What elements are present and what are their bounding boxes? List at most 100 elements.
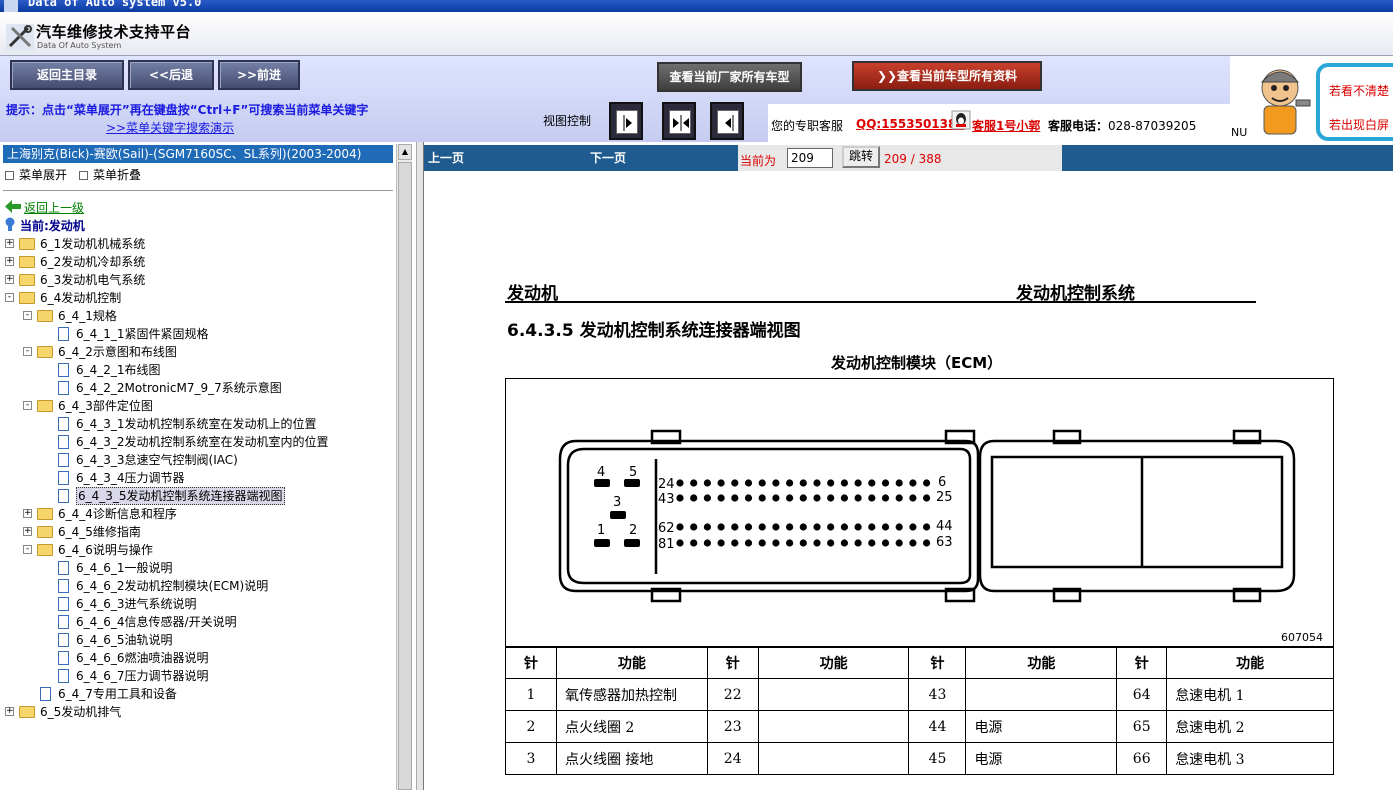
tree-item-label[interactable]: 6_4_3_4压力调节器	[76, 469, 185, 487]
tree-item[interactable]: 6_4_6_7压力调节器说明	[0, 667, 395, 685]
tree-item-label[interactable]: 6_4_6_2发动机控制模块(ECM)说明	[76, 577, 268, 595]
back-button[interactable]: <<后退	[128, 60, 214, 90]
tree-item[interactable]: 6_4_6_6燃油喷油器说明	[0, 649, 395, 667]
tree-item-label[interactable]: 6_4_4诊断信息和程序	[58, 505, 177, 523]
tree-item-label[interactable]: 6_4发动机控制	[40, 289, 121, 307]
menu-collapse-button[interactable]: 菜单折叠	[79, 166, 141, 183]
tree-item-label[interactable]: 6_4_1规格	[58, 307, 117, 325]
tree-item-label[interactable]: 6_4_2_2MotronicM7_9_7系统示意图	[76, 379, 282, 397]
tree-item[interactable]: 6_4_6_5油轨说明	[0, 631, 395, 649]
jump-button[interactable]: 跳转	[842, 146, 880, 168]
tree-item-label[interactable]: 6_4_6_4信息传感器/开关说明	[76, 613, 237, 631]
tree-item-label[interactable]: 6_4_3_5发动机控制系统连接器端视图	[76, 487, 285, 505]
promo-line-1[interactable]: 若看不清楚	[1329, 82, 1389, 99]
tree-item[interactable]: - 6_4_1规格	[0, 307, 395, 325]
tree-item[interactable]: 6_4_6_3进气系统说明	[0, 595, 395, 613]
tree-item-label[interactable]: 6_1发动机机械系统	[40, 235, 145, 253]
search-demo-link[interactable]: >>菜单关键字搜索演示	[106, 119, 234, 136]
tree-item[interactable]: 6_4_2_2MotronicM7_9_7系统示意图	[0, 379, 395, 397]
tree-item[interactable]: 6_4_3_1发动机控制系统室在发动机上的位置	[0, 415, 395, 433]
tree-item-label[interactable]: 6_4_6_6燃油喷油器说明	[76, 649, 209, 667]
forward-button[interactable]: >>前进	[218, 60, 300, 90]
tree-item[interactable]: 6_4_6_1一般说明	[0, 559, 395, 577]
back-arrow-icon[interactable]	[5, 200, 21, 213]
home-button[interactable]: 返回主目录	[10, 60, 124, 90]
tree-item[interactable]: - 6_4_6说明与操作	[0, 541, 395, 559]
tree-item[interactable]: 6_4_6_2发动机控制模块(ECM)说明	[0, 577, 395, 595]
pin-dot	[786, 523, 794, 531]
model-docs-button[interactable]: ❯❯查看当前车型所有资料	[852, 61, 1042, 91]
tree-item[interactable]: 6_4_6_4信息传感器/开关说明	[0, 613, 395, 631]
tree-item[interactable]: +6_4_5维修指南	[0, 523, 395, 541]
tree-item-label[interactable]: 6_4_6_7压力调节器说明	[76, 667, 209, 685]
tree-item[interactable]: +6_2发动机冷却系统	[0, 253, 395, 271]
scroll-up-icon[interactable]: ▲	[398, 144, 412, 160]
tree-item[interactable]: 6_4_7专用工具和设备	[0, 685, 395, 703]
section-title: 6.4.3.5 发动机控制系统连接器端视图	[507, 321, 801, 341]
tree-item-label[interactable]: 6_4_2_1布线图	[76, 361, 161, 379]
tree-item-label[interactable]: 6_4_3部件定位图	[58, 397, 153, 415]
tree-item-label[interactable]: 6_2发动机冷却系统	[40, 253, 145, 271]
tree-item-label[interactable]: 6_3发动机电气系统	[40, 271, 145, 289]
tree-item-label[interactable]: 6_4_3_2发动机控制系统室在发动机室内的位置	[76, 433, 329, 451]
tree-item[interactable]: +6_5发动机排气	[0, 703, 395, 721]
folder-icon	[37, 310, 53, 322]
view-split-button[interactable]	[662, 102, 696, 140]
tree-item[interactable]: +6_4_4诊断信息和程序	[0, 505, 395, 523]
tree-item[interactable]: 6_4_3_4压力调节器	[0, 469, 395, 487]
menu-expand-button[interactable]: 菜单展开	[5, 166, 67, 183]
tree-item[interactable]: +6_1发动机机械系统	[0, 235, 395, 253]
menu-scrollbar[interactable]: ▲	[396, 144, 412, 790]
scroll-thumb[interactable]	[398, 162, 412, 790]
tree-item[interactable]: - 6_4_3部件定位图	[0, 397, 395, 415]
mechanic-mascot-icon	[1260, 69, 1311, 135]
tree-item[interactable]: - 6_4发动机控制	[0, 289, 395, 307]
folder-icon	[19, 292, 35, 304]
expand-icon[interactable]: +	[5, 239, 14, 248]
page-number-input[interactable]: 209	[787, 148, 833, 168]
expand-icon[interactable]: +	[5, 275, 14, 284]
pin-dot	[676, 494, 684, 502]
tree-item-label[interactable]: 6_4_6_1一般说明	[76, 559, 173, 577]
prev-page-link[interactable]: 上一页	[428, 149, 464, 166]
tree-item[interactable]: 6_4_3_5发动机控制系统连接器端视图	[0, 487, 395, 505]
tree-item[interactable]: 6_4_1_1紧固件紧固规格	[0, 325, 395, 343]
pane-splitter[interactable]	[416, 142, 424, 790]
promo-line-2[interactable]: 若出现白屏	[1329, 116, 1389, 133]
pin-dot	[854, 539, 862, 547]
tree-item-label[interactable]: 6_4_6_3进气系统说明	[76, 595, 197, 613]
collapse-icon[interactable]: -	[23, 401, 32, 410]
tree-item-label[interactable]: 6_4_5维修指南	[58, 523, 141, 541]
tree-item-label[interactable]: 6_4_1_1紧固件紧固规格	[76, 325, 209, 343]
view-expand-left-button[interactable]	[710, 102, 744, 140]
expand-icon[interactable]: +	[23, 527, 32, 536]
collapse-icon[interactable]: -	[23, 311, 32, 320]
tree-item[interactable]: 6_4_3_3怠速空气控制阀(IAC)	[0, 451, 395, 469]
collapse-icon[interactable]: -	[23, 347, 32, 356]
tree-item-label[interactable]: 6_5发动机排气	[40, 703, 121, 721]
tree-item-label[interactable]: 6_4_3_1发动机控制系统室在发动机上的位置	[76, 415, 317, 433]
next-page-link[interactable]: 下一页	[590, 149, 626, 166]
tree-item[interactable]: +6_3发动机电气系统	[0, 271, 395, 289]
expand-icon[interactable]: +	[5, 257, 14, 266]
tree-item[interactable]: - 6_4_2示意图和布线图	[0, 343, 395, 361]
collapse-icon[interactable]: -	[5, 293, 14, 302]
expand-icon[interactable]: +	[5, 707, 14, 716]
tree-item[interactable]: 6_4_3_2发动机控制系统室在发动机室内的位置	[0, 433, 395, 451]
tree-item-label[interactable]: 6_4_3_3怠速空气控制阀(IAC)	[76, 451, 238, 469]
agent-link[interactable]: 客服1号小郭	[972, 117, 1040, 134]
pin-dot	[799, 539, 807, 547]
pin-label-5: 5	[629, 465, 637, 480]
back-up-link[interactable]: 返回上一级	[24, 199, 84, 216]
vendor-models-button[interactable]: 查看当前厂家所有车型	[657, 62, 802, 92]
tree-item-label[interactable]: 6_4_2示意图和布线图	[58, 343, 177, 361]
qq-link[interactable]: QQ:1553501388	[856, 117, 965, 131]
tree-item[interactable]: 6_4_2_1布线图	[0, 361, 395, 379]
tree-item-label[interactable]: 6_4_6_5油轨说明	[76, 631, 173, 649]
tree-item-label[interactable]: 6_4_6说明与操作	[58, 541, 153, 559]
expand-icon[interactable]: +	[23, 509, 32, 518]
qq-avatar-icon[interactable]	[951, 110, 971, 130]
tree-item-label[interactable]: 6_4_7专用工具和设备	[58, 685, 177, 703]
collapse-icon[interactable]: -	[23, 545, 32, 554]
view-expand-right-button[interactable]	[609, 102, 643, 140]
